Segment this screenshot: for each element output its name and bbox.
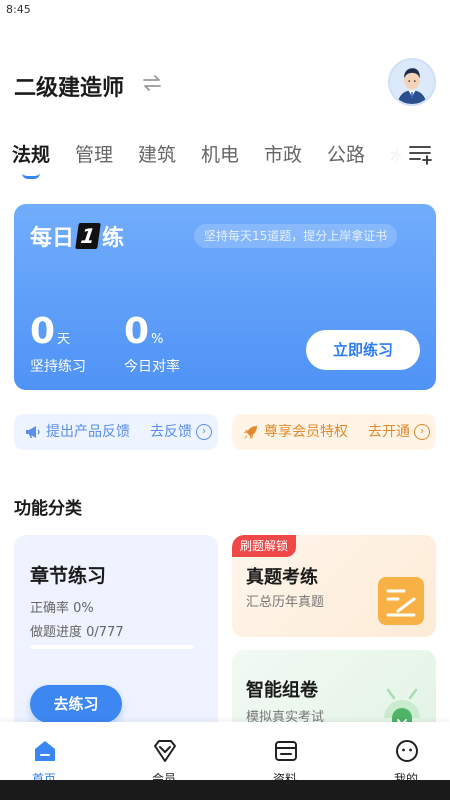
vip-text: 尊享会员特权 [264, 424, 348, 440]
feedback-arrow-icon: › [196, 424, 212, 440]
stat-accuracy-label: 今日对率 [124, 359, 180, 375]
chapter-progress-bar [30, 645, 194, 649]
stat-streak-label: 坚持练习 [30, 359, 86, 375]
rocket-icon [244, 426, 257, 439]
tab-highway[interactable]: 公路 [327, 140, 365, 167]
tab-law[interactable]: 法规 [12, 140, 50, 167]
daily-practice-title: 每日 1 练 [30, 220, 124, 252]
start-practice-button[interactable]: 立即练习 [306, 330, 420, 370]
system-gesture-bar [0, 780, 450, 800]
unlock-badge: 刷题解锁 [232, 535, 297, 557]
chapter-practice-card[interactable]: 章节练习 正确率 0% 做题进度 0/777 去练习 [14, 535, 218, 735]
home-icon [35, 741, 55, 761]
tab-municipal[interactable]: 市政 [264, 140, 302, 167]
real-exam-desc: 汇总历年真题 [246, 595, 325, 610]
page-title[interactable]: 二级建造师 [14, 70, 124, 102]
stat-streak: 0天 坚持练习 [30, 312, 86, 376]
chapter-practice-title: 章节练习 [30, 565, 107, 587]
chapter-accuracy: 正确率 0% [30, 601, 94, 616]
status-bar: 8:45 [0, 0, 450, 24]
real-exam-title: 真题考练 [246, 567, 318, 588]
vip-diamond-icon [154, 740, 176, 762]
status-time: 8:45 [6, 3, 31, 16]
profile-smile-icon [396, 740, 418, 762]
tab-management[interactable]: 管理 [75, 140, 113, 167]
user-avatar-icon [390, 60, 434, 104]
stat-accuracy: 0% 今日对率 [124, 312, 180, 376]
nav-materials[interactable]: 资料 [245, 722, 325, 786]
hero-title-suffix: 练 [102, 226, 125, 251]
vip-banner[interactable]: 尊享会员特权 去开通 › [232, 414, 436, 450]
section-title: 功能分类 [14, 499, 82, 519]
nav-profile[interactable]: 我的 [366, 722, 446, 786]
tab-mechanical-electrical[interactable]: 机电 [201, 140, 239, 167]
daily-practice-card[interactable]: 每日 1 练 坚持每天15道题，提分上岸拿证书 0天 坚持练习 0% 今日对率 … [14, 204, 436, 390]
stat-accuracy-unit: % [151, 332, 164, 347]
hero-title-prefix: 每日 [30, 226, 75, 251]
stat-streak-value: 0 [30, 311, 56, 352]
feedback-action[interactable]: 去反馈 [150, 414, 192, 450]
tab-architecture[interactable]: 建筑 [138, 140, 176, 167]
real-exam-card[interactable]: 刷题解锁 真题考练 汇总历年真题 [232, 535, 436, 637]
nav-home[interactable]: 首页 [4, 722, 84, 786]
go-practice-button[interactable]: 去练习 [30, 685, 122, 723]
materials-icon [275, 741, 297, 761]
smart-paper-title: 智能组卷 [246, 680, 318, 701]
vip-arrow-icon: › [414, 424, 430, 440]
header: 二级建造师 [0, 58, 450, 114]
chapter-progress-text: 做题进度 0/777 [30, 625, 124, 640]
feedback-text: 提出产品反馈 [46, 424, 130, 440]
nav-vip[interactable]: 会员 [124, 722, 204, 786]
hero-title-number: 1 [75, 223, 101, 249]
stat-accuracy-value: 0 [124, 311, 150, 352]
bottom-navigation: 首页 会员 资料 我的 [0, 722, 450, 786]
hero-tagline: 坚持每天15道题，提分上岸拿证书 [194, 224, 398, 248]
megaphone-icon [26, 426, 40, 438]
active-tab-indicator [22, 173, 40, 179]
avatar[interactable] [388, 58, 436, 106]
vip-action[interactable]: 去开通 [368, 414, 410, 450]
feedback-banner[interactable]: 提出产品反馈 去反馈 › [14, 414, 218, 450]
document-edit-icon [378, 577, 424, 625]
swap-arrows-icon[interactable] [140, 71, 164, 95]
stat-streak-unit: 天 [57, 332, 71, 347]
list-add-icon[interactable] [406, 140, 434, 168]
tabs-fade [372, 140, 404, 174]
subject-tabs: 法规 管理 建筑 机电 市政 公路 水 [0, 140, 450, 180]
